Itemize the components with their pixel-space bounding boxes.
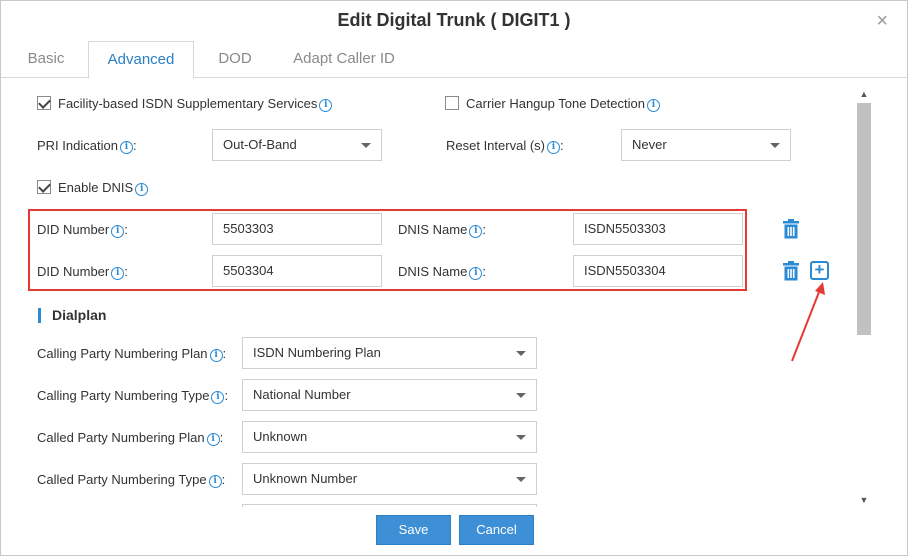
select-value: Unknown Number <box>253 471 358 486</box>
label-colon: : <box>222 346 227 361</box>
info-icon[interactable]: i <box>209 349 223 362</box>
dnis-name-label: DNIS Name <box>398 222 468 237</box>
dnis-name-label: DNIS Name <box>398 264 468 279</box>
facility-isdn-label: Facility-based ISDN Supplementary Servic… <box>58 96 318 111</box>
reset-interval-select[interactable]: Never <box>621 129 791 161</box>
content-scrollbar[interactable]: ▲ ▼ <box>854 87 871 507</box>
calling-party-numbering-plan-label-group: Calling Party Numbering Plan i: <box>37 346 226 362</box>
label-colon: : <box>124 222 128 237</box>
enable-dnis-checkbox[interactable] <box>37 180 51 194</box>
carrier-hangup-checkbox[interactable] <box>445 96 459 110</box>
pri-indication-label-group: PRI Indication i: <box>37 138 137 154</box>
info-icon[interactable]: i <box>546 141 560 154</box>
scroll-down-icon[interactable]: ▼ <box>857 493 871 507</box>
did-number-input[interactable]: 5503304 <box>212 255 382 287</box>
dialplan-section-title: Dialplan <box>38 308 106 323</box>
chevron-down-icon <box>516 351 526 356</box>
annotation-arrow-icon <box>791 282 825 362</box>
field-label: Calling Party Numbering Plan <box>37 346 208 361</box>
tab-dod[interactable]: DOD <box>215 41 255 78</box>
info-icon[interactable]: i <box>319 99 333 112</box>
select-value: National Number <box>253 387 351 402</box>
info-icon[interactable]: i <box>206 433 220 446</box>
chevron-down-icon <box>770 143 780 148</box>
called-party-numbering-plan-label-group: Called Party Numbering Plan i: <box>37 430 223 446</box>
label-colon: : <box>132 138 137 153</box>
info-icon[interactable]: i <box>646 99 660 112</box>
info-icon[interactable]: i <box>111 267 125 280</box>
called-party-numbering-type-select[interactable]: Unknown Number <box>242 463 537 495</box>
info-icon[interactable]: i <box>119 141 133 154</box>
scroll-thumb[interactable] <box>857 103 871 335</box>
label-colon: : <box>482 264 486 279</box>
reset-interval-label-group: Reset Interval (s) i: <box>446 138 564 154</box>
label-colon: : <box>221 472 226 487</box>
tab-advanced[interactable]: Advanced <box>88 41 194 79</box>
carrier-hangup-option[interactable]: Carrier Hangup Tone Detection i <box>445 96 660 112</box>
called-party-numbering-plan-select[interactable]: Unknown <box>242 421 537 453</box>
label-colon: : <box>224 388 229 403</box>
did-number-label: DID Number <box>37 222 110 237</box>
info-icon[interactable]: i <box>469 267 483 280</box>
field-label: Called Party Numbering Type <box>37 472 207 487</box>
pri-indication-value: Out-Of-Band <box>223 137 297 152</box>
chevron-down-icon <box>516 393 526 398</box>
plus-icon[interactable]: + <box>810 261 829 280</box>
calling-party-numbering-type-select[interactable]: National Number <box>242 379 537 411</box>
field-label: Called Party Numbering Plan <box>37 430 205 445</box>
pri-indication-select[interactable]: Out-Of-Band <box>212 129 382 161</box>
tab-basic[interactable]: Basic <box>26 41 66 78</box>
calling-party-numbering-type-label-group: Calling Party Numbering Type i: <box>37 388 228 404</box>
next-dialplan-select[interactable] <box>242 504 537 507</box>
trash-icon[interactable] <box>782 219 800 239</box>
info-icon[interactable]: i <box>111 225 125 238</box>
close-icon[interactable]: × <box>876 11 888 31</box>
enable-dnis-label: Enable DNIS <box>58 180 134 195</box>
edit-digital-trunk-dialog: Edit Digital Trunk ( DIGIT1 ) × Basic Ad… <box>0 0 908 556</box>
trash-icon[interactable] <box>782 261 800 281</box>
select-value: ISDN Numbering Plan <box>253 345 381 360</box>
chevron-down-icon <box>361 143 371 148</box>
label-colon: : <box>559 138 564 153</box>
dnis-name-input[interactable]: ISDN5503303 <box>573 213 743 245</box>
chevron-down-icon <box>516 435 526 440</box>
pri-indication-label: PRI Indication <box>37 138 118 153</box>
did-number-input[interactable]: 5503303 <box>212 213 382 245</box>
did-number-label-group: DID Number i: <box>37 264 128 280</box>
dialog-title: Edit Digital Trunk ( DIGIT1 ) <box>337 10 571 30</box>
tab-adapt-caller-id[interactable]: Adapt Caller ID <box>293 41 395 78</box>
did-number-label: DID Number <box>37 264 110 279</box>
dnis-name-label-group: DNIS Name i: <box>398 264 486 280</box>
scroll-up-icon[interactable]: ▲ <box>857 87 871 101</box>
label-colon: : <box>482 222 486 237</box>
dnis-name-label-group: DNIS Name i: <box>398 222 486 238</box>
did-number-label-group: DID Number i: <box>37 222 128 238</box>
facility-isdn-option[interactable]: Facility-based ISDN Supplementary Servic… <box>37 96 333 112</box>
info-icon[interactable]: i <box>211 391 225 404</box>
label-colon: : <box>219 430 224 445</box>
facility-isdn-checkbox[interactable] <box>37 96 51 110</box>
reset-interval-label: Reset Interval (s) <box>446 138 545 153</box>
field-label: Calling Party Numbering Type <box>37 388 210 403</box>
called-party-numbering-type-label-group: Called Party Numbering Type i: <box>37 472 225 488</box>
tab-bar: Basic Advanced DOD Adapt Caller ID <box>1 41 907 79</box>
info-icon[interactable]: i <box>469 225 483 238</box>
info-icon[interactable]: i <box>208 475 222 488</box>
calling-party-numbering-plan-select[interactable]: ISDN Numbering Plan <box>242 337 537 369</box>
info-icon[interactable]: i <box>135 183 149 196</box>
cancel-button[interactable]: Cancel <box>459 515 534 545</box>
carrier-hangup-label: Carrier Hangup Tone Detection <box>466 96 645 111</box>
dnis-name-input[interactable]: ISDN5503304 <box>573 255 743 287</box>
advanced-tab-content: Facility-based ISDN Supplementary Servic… <box>1 79 853 507</box>
enable-dnis-option[interactable]: Enable DNIS i <box>37 180 149 196</box>
reset-interval-value: Never <box>632 137 667 152</box>
select-value: Unknown <box>253 429 308 444</box>
save-button[interactable]: Save <box>376 515 451 545</box>
chevron-down-icon <box>516 477 526 482</box>
label-colon: : <box>124 264 128 279</box>
